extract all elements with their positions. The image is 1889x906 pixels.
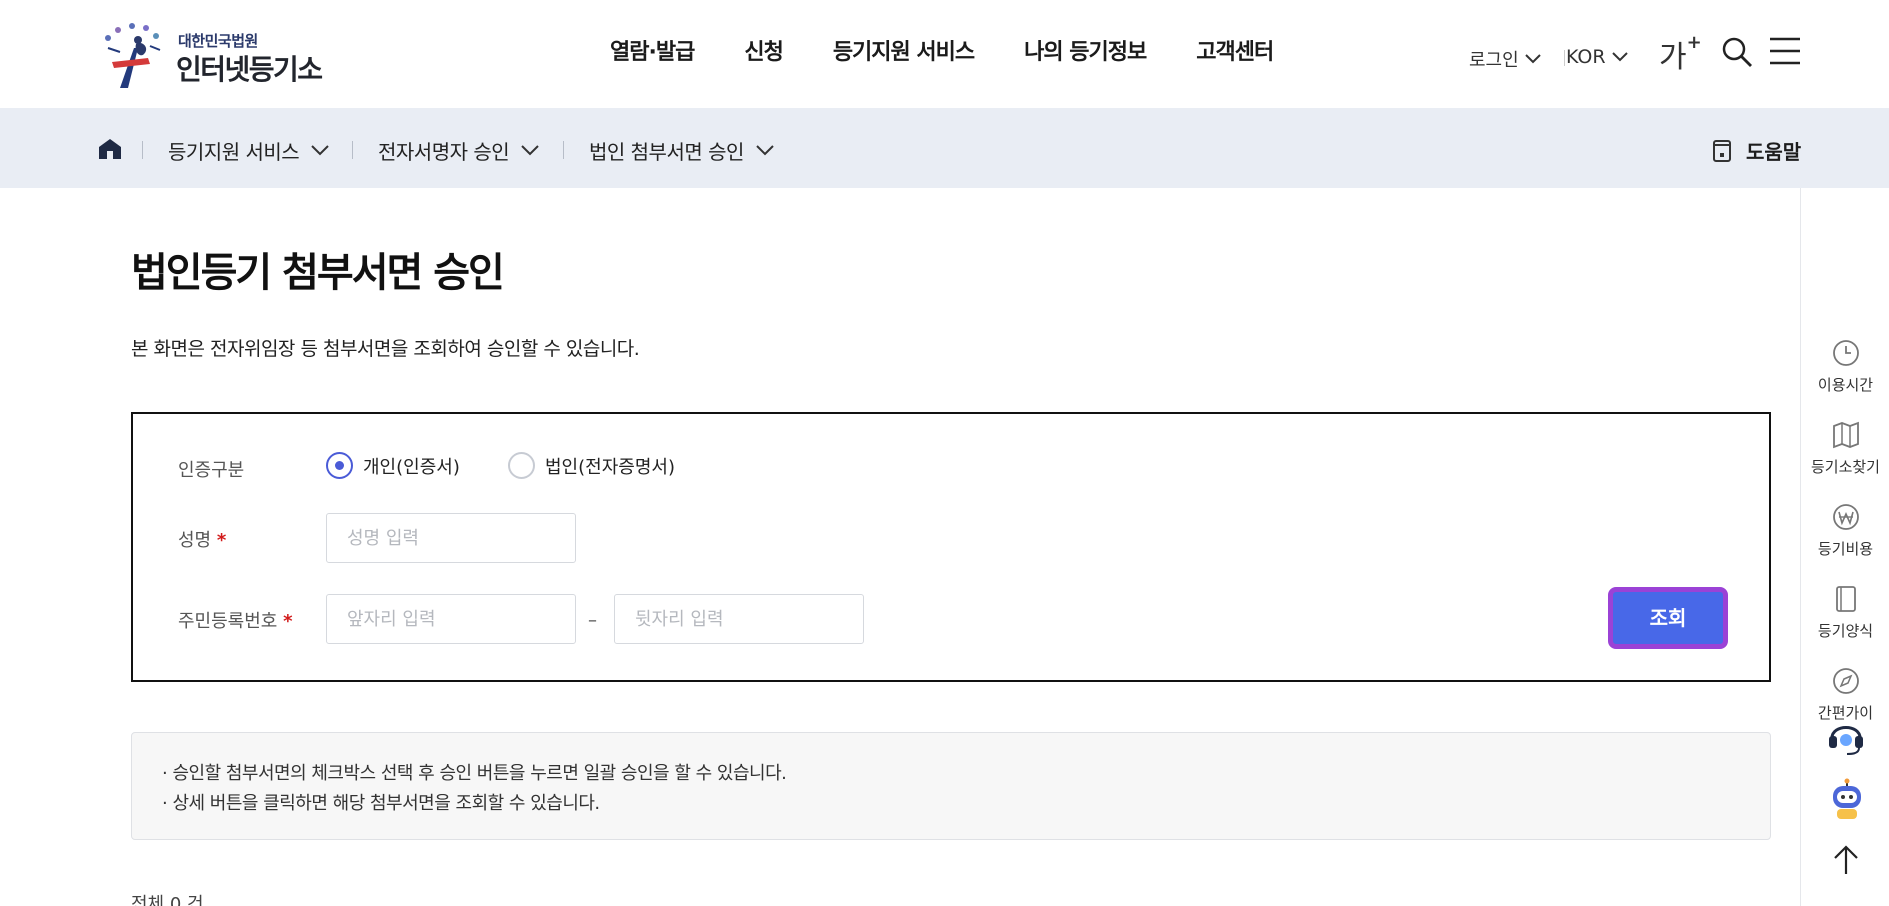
radio-selected-indicator — [326, 452, 353, 479]
name-input[interactable] — [326, 513, 576, 563]
main-nav: 열람·발급 신청 등기지원 서비스 나의 등기정보 고객센터 — [610, 34, 1323, 66]
result-total-count: 전체 0 건 — [131, 894, 204, 906]
breadcrumb-level2-label: 전자서명자 승인 — [378, 140, 510, 164]
auth-personal-label: 개인(인증서) — [363, 456, 460, 478]
name-label-text: 성명 — [178, 530, 212, 551]
site-header: 대한민국법원 인터넷등기소 열람·발급 신청 등기지원 서비스 나의 등기정보 … — [0, 0, 1889, 108]
query-button[interactable]: 조회 — [1608, 587, 1728, 649]
auth-type-label: 인증구분 — [178, 460, 245, 481]
nav-support-service[interactable]: 등기지원 서비스 — [833, 34, 975, 66]
required-mark: * — [216, 530, 227, 551]
logo-title: 인터넷등기소 — [176, 53, 323, 86]
nav-my-info[interactable]: 나의 등기정보 — [1024, 34, 1147, 66]
help-button[interactable]: 도움말 — [1712, 136, 1801, 165]
compass-icon — [1832, 668, 1859, 694]
breadcrumb-level1-label: 등기지원 서비스 — [168, 140, 300, 164]
breadcrumb: 등기지원 서비스 전자서명자 승인 법인 첨부서면 승인 도움말 — [0, 108, 1889, 188]
breadcrumb-level3-dropdown[interactable]: 법인 첨부서면 승인 — [589, 136, 774, 165]
help-book-icon — [1713, 139, 1731, 162]
font-size-label: 가 — [1659, 40, 1687, 75]
hamburger-menu-icon[interactable] — [1769, 36, 1801, 66]
breadcrumb-divider — [352, 141, 353, 159]
quick-registry-forms[interactable]: 등기양식 — [1801, 584, 1889, 641]
quick-registry-fee-label: 등기비용 — [1817, 540, 1874, 558]
won-icon — [1832, 504, 1859, 530]
login-dropdown[interactable]: 로그인 — [1469, 46, 1541, 72]
nav-apply[interactable]: 신청 — [744, 34, 783, 66]
clock-icon — [1832, 340, 1859, 366]
rrn-label: 주민등록번호 * — [178, 607, 293, 633]
chatbot-robot-icon[interactable] — [1827, 778, 1867, 822]
site-logo[interactable]: 대한민국법원 인터넷등기소 — [98, 18, 328, 90]
book-icon — [1835, 586, 1856, 612]
court-emblem-icon — [105, 23, 161, 88]
auth-corporate-radio[interactable]: 법인(전자증명서) — [508, 452, 675, 479]
quick-menu: 이용시간 등기소찾기 등기비용 등기양식 간편가이 — [1800, 188, 1889, 906]
chevron-down-icon — [311, 145, 329, 156]
help-label: 도움말 — [1746, 140, 1802, 164]
notice-line: · 상세 버튼을 클릭하면 해당 첨부서면을 조회할 수 있습니다. — [162, 793, 600, 814]
util-divider — [1564, 50, 1565, 66]
scroll-top-arrow-icon[interactable] — [1831, 844, 1861, 876]
chevron-down-icon — [1611, 52, 1628, 62]
radio-unselected-indicator — [508, 452, 535, 479]
breadcrumb-level3-label: 법인 첨부서면 승인 — [589, 140, 744, 164]
chevron-down-icon — [521, 145, 539, 156]
notice-line: · 승인할 첨부서면의 체크박스 선택 후 승인 버튼을 누르면 일괄 승인을 … — [162, 763, 787, 784]
quick-usage-time-label: 이용시간 — [1817, 376, 1874, 394]
font-size-plus: + — [1686, 32, 1702, 53]
chevron-down-icon — [1524, 54, 1541, 64]
breadcrumb-divider — [563, 141, 564, 159]
font-size-button[interactable]: 가+ — [1659, 32, 1702, 76]
breadcrumb-divider — [142, 141, 143, 159]
headset-support-icon[interactable] — [1827, 716, 1865, 756]
rrn-label-text: 주민등록번호 — [178, 611, 278, 632]
auth-corporate-label: 법인(전자증명서) — [545, 456, 675, 478]
search-icon[interactable] — [1721, 36, 1753, 68]
breadcrumb-level2-dropdown[interactable]: 전자서명자 승인 — [378, 136, 539, 165]
notice-box: · 승인할 첨부서면의 체크박스 선택 후 승인 버튼을 누르면 일괄 승인을 … — [131, 732, 1771, 840]
required-mark: * — [283, 611, 293, 632]
rrn-front-input[interactable] — [326, 594, 576, 644]
nav-view-issue[interactable]: 열람·발급 — [610, 34, 695, 66]
rrn-dash: – — [588, 610, 597, 631]
login-label: 로그인 — [1469, 50, 1519, 71]
quick-registry-forms-label: 등기양식 — [1817, 622, 1874, 640]
map-icon — [1832, 421, 1859, 449]
search-form: 인증구분 개인(인증서) 법인(전자증명서) 성명 * 주민등록번호 * – 조… — [131, 412, 1771, 682]
quick-find-registry-label: 등기소찾기 — [1810, 458, 1880, 476]
quick-usage-time[interactable]: 이용시간 — [1801, 338, 1889, 395]
chevron-down-icon — [756, 145, 774, 156]
page-description: 본 화면은 전자위임장 등 첨부서면을 조회하여 승인할 수 있습니다. — [131, 338, 640, 360]
page-title: 법인등기 첨부서면 승인 — [131, 250, 505, 296]
utility-menu: 로그인 KOR 가+ — [1469, 0, 1889, 108]
name-label: 성명 * — [178, 526, 226, 552]
nav-customer-center[interactable]: 고객센터 — [1196, 34, 1274, 66]
quick-find-registry[interactable]: 등기소찾기 — [1801, 420, 1889, 477]
language-label: KOR — [1566, 46, 1606, 68]
home-icon[interactable] — [98, 138, 122, 160]
rrn-back-input[interactable] — [614, 594, 864, 644]
auth-personal-radio[interactable]: 개인(인증서) — [326, 452, 460, 479]
breadcrumb-level1-dropdown[interactable]: 등기지원 서비스 — [168, 136, 329, 165]
quick-registry-fee[interactable]: 등기비용 — [1801, 502, 1889, 559]
language-dropdown[interactable]: KOR — [1566, 46, 1628, 68]
quick-easy-guide[interactable]: 간편가이 — [1801, 666, 1889, 723]
